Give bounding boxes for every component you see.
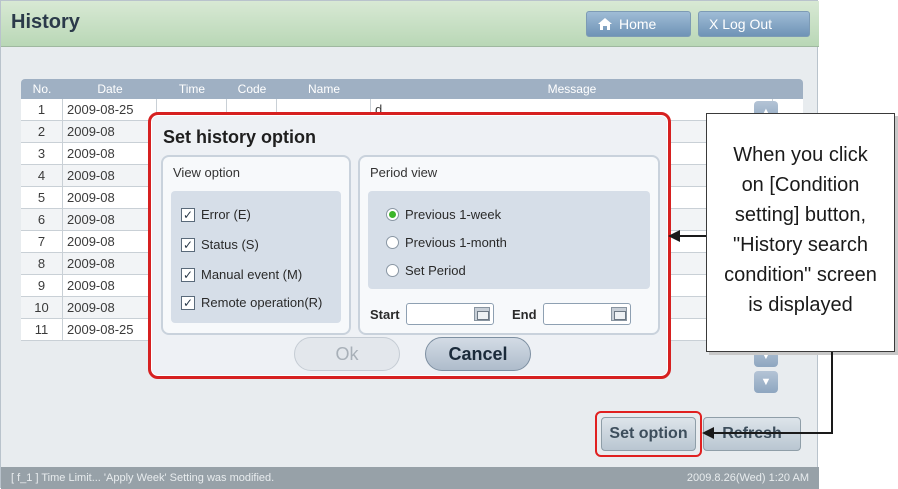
radio-icon xyxy=(386,264,399,277)
radio-label: Set Period xyxy=(405,263,466,278)
start-date-group: Start xyxy=(370,303,494,325)
radio-previous-1-week[interactable]: Previous 1-week xyxy=(386,207,501,222)
cell-date: 2009-08-25 xyxy=(63,319,157,340)
checkbox-label: Error (E) xyxy=(201,207,251,222)
status-datetime: 2009.8.26(Wed) 1:20 AM xyxy=(686,472,809,484)
logout-button[interactable]: X Log Out xyxy=(698,11,810,37)
cancel-button[interactable]: Cancel xyxy=(425,337,531,371)
cell-date: 2009-08 xyxy=(63,253,157,274)
end-date-field[interactable] xyxy=(542,303,631,325)
radio-previous-1-month[interactable]: Previous 1-month xyxy=(386,235,507,250)
status-message: [ f_1 ] Time Limit... 'Apply Week' Setti… xyxy=(11,472,275,484)
cell-date: 2009-08 xyxy=(63,231,157,252)
checkbox-check-icon: ✓ xyxy=(181,207,195,222)
annotation-callout: When you click on [Condition setting] bu… xyxy=(706,113,895,352)
dialog-title: Set history option xyxy=(163,127,316,147)
checkbox-manual-event[interactable]: ✓ Manual event (M) xyxy=(181,267,302,282)
end-label: End xyxy=(512,306,537,322)
col-time: Time xyxy=(178,82,206,96)
cell-no: 1 xyxy=(21,99,63,120)
cell-date: 2009-08 xyxy=(63,187,157,208)
home-icon xyxy=(597,17,613,31)
checkbox-label: Manual event (M) xyxy=(201,267,303,282)
cell-date: 2009-08 xyxy=(63,275,157,296)
calendar-icon[interactable] xyxy=(610,307,627,321)
start-label: Start xyxy=(370,306,400,322)
radio-selected-icon xyxy=(386,208,399,221)
cell-date: 2009-08 xyxy=(63,165,157,186)
set-option-highlight xyxy=(595,411,702,457)
col-message: Message xyxy=(547,82,597,96)
view-option-panel: View option ✓ Error (E) ✓ Status (S) ✓ M… xyxy=(161,155,351,335)
start-date-field[interactable] xyxy=(405,303,494,325)
home-label: Home xyxy=(619,16,657,32)
checkbox-check-icon: ✓ xyxy=(181,267,195,282)
checkbox-error[interactable]: ✓ Error (E) xyxy=(181,207,251,222)
callout-line: condition" screen xyxy=(724,264,877,286)
cell-date: 2009-08 xyxy=(63,297,157,318)
cell-no: 5 xyxy=(21,187,63,208)
cell-no: 2 xyxy=(21,121,63,142)
checkbox-check-icon: ✓ xyxy=(181,295,195,310)
radio-label: Previous 1-month xyxy=(405,235,507,250)
cell-no: 3 xyxy=(21,143,63,164)
history-window: History Home X Log Out No. Date Time Cod… xyxy=(0,0,819,489)
checkbox-status[interactable]: ✓ Status (S) xyxy=(181,237,259,252)
checkbox-check-icon: ✓ xyxy=(181,237,195,252)
cell-date: 2009-08 xyxy=(63,143,157,164)
callout-line: When you click xyxy=(733,144,868,166)
cell-no: 8 xyxy=(21,253,63,274)
cell-no: 11 xyxy=(21,319,63,340)
callout-line: is displayed xyxy=(748,294,853,316)
cell-no: 7 xyxy=(21,231,63,252)
table-header: No. Date Time Code Name Message xyxy=(21,79,803,99)
set-history-option-dialog: Set history option View option ✓ Error (… xyxy=(148,112,671,379)
cell-date: 2009-08 xyxy=(63,121,157,142)
radio-label: Previous 1-week xyxy=(405,207,502,222)
period-view-panel: Period view Previous 1-week Previous 1-m… xyxy=(358,155,660,335)
refresh-button[interactable]: Refresh xyxy=(703,417,801,451)
cell-no: 9 xyxy=(21,275,63,296)
home-button[interactable]: Home xyxy=(586,11,691,37)
checkbox-remote-operation[interactable]: ✓ Remote operation(R) xyxy=(181,295,322,310)
col-code: Code xyxy=(237,82,267,96)
radio-set-period[interactable]: Set Period xyxy=(386,263,466,278)
callout-line: "History search xyxy=(733,234,868,256)
radio-icon xyxy=(386,236,399,249)
cell-no: 10 xyxy=(21,297,63,318)
col-name: Name xyxy=(307,82,340,96)
checkbox-label: Status (S) xyxy=(201,237,259,252)
page-title: History xyxy=(11,11,80,33)
period-view-title: Period view xyxy=(370,165,438,180)
col-date: Date xyxy=(97,82,123,96)
cell-date: 2009-08 xyxy=(63,209,157,230)
callout-line: on [Condition xyxy=(741,174,860,196)
end-date-group: End xyxy=(512,303,631,325)
ok-button[interactable]: Ok xyxy=(294,337,400,371)
view-option-title: View option xyxy=(173,165,240,180)
cell-date: 2009-08-25 xyxy=(63,99,157,120)
cell-no: 4 xyxy=(21,165,63,186)
status-bar: [ f_1 ] Time Limit... 'Apply Week' Setti… xyxy=(1,467,819,489)
checkbox-label: Remote operation(R) xyxy=(201,295,323,310)
cell-no: 6 xyxy=(21,209,63,230)
title-bar: History Home X Log Out xyxy=(1,1,819,47)
calendar-icon[interactable] xyxy=(473,307,490,321)
callout-line: setting] button, xyxy=(734,204,867,226)
logout-label: X Log Out xyxy=(709,16,773,32)
scroll-end-button[interactable]: ▼ xyxy=(754,371,778,393)
col-no: No. xyxy=(32,82,52,96)
